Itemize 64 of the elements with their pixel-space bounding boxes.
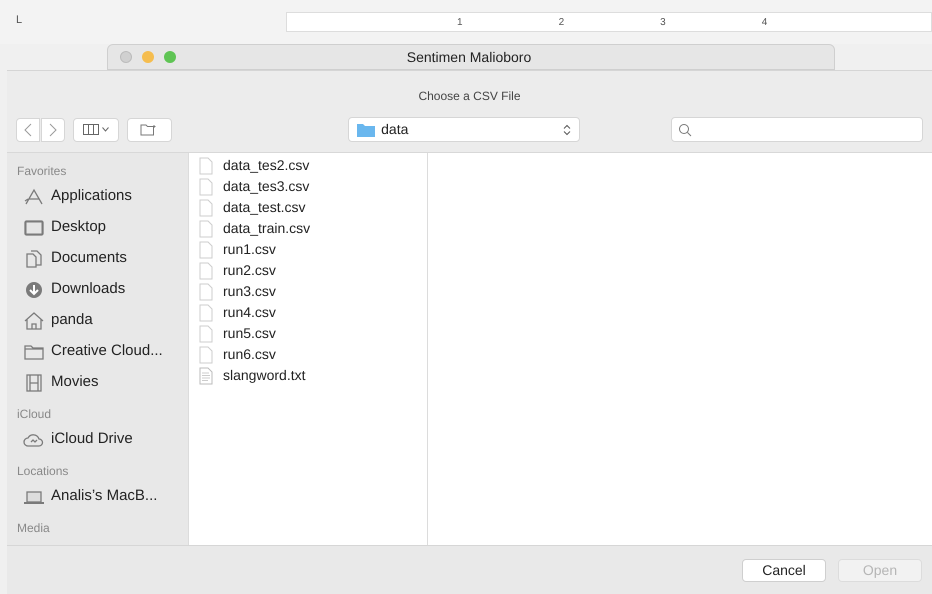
file-item[interactable]: data_tes2.csv	[199, 155, 310, 176]
columns-icon	[82, 124, 99, 135]
file-item[interactable]: run3.csv	[199, 281, 276, 302]
dialog-prompt: Choose a CSV File	[418, 88, 521, 105]
search-field[interactable]	[670, 117, 924, 142]
section-heading: Media	[17, 520, 51, 537]
ruler-number: 4	[762, 16, 768, 30]
dialog-button[interactable]: Cancel	[742, 558, 826, 582]
back-button[interactable]	[16, 118, 40, 142]
file-icon	[199, 178, 213, 196]
file-item[interactable]: data_test.csv	[199, 197, 306, 218]
file-item[interactable]: run6.csv	[199, 344, 276, 365]
file-item[interactable]: slangword.txt	[199, 365, 306, 386]
view-mode-button[interactable]	[73, 118, 118, 142]
ruler-number: 2	[558, 16, 564, 30]
file-icon	[199, 282, 213, 300]
location-popup[interactable]: data	[348, 117, 580, 142]
file-item[interactable]: data_train.csv	[199, 218, 310, 239]
desktop-icon	[23, 218, 45, 238]
folder-icon	[357, 122, 376, 136]
file-icon	[199, 156, 213, 174]
sidebar-item[interactable]: Analis’s MacB...	[17, 481, 188, 512]
text-file-icon	[199, 366, 213, 384]
new-folder-icon	[140, 123, 158, 136]
tab-marker: L	[16, 13, 24, 28]
section-heading: Favorites	[17, 163, 68, 180]
file-icon	[199, 324, 213, 342]
sidebar-item[interactable]: Movies	[17, 367, 188, 398]
file-icon	[199, 240, 213, 258]
forward-button[interactable]	[41, 118, 65, 142]
app-store-icon	[23, 186, 45, 206]
sidebar-item[interactable]: Applications	[17, 181, 188, 212]
file-icon	[199, 304, 213, 322]
new-folder-button[interactable]	[126, 118, 172, 142]
chevron-right-icon	[49, 122, 57, 136]
chevron-left-icon	[24, 122, 32, 136]
file-icon	[199, 346, 213, 364]
minimize-button[interactable]	[142, 51, 154, 63]
window-title: Sentimen Malioboro	[406, 48, 532, 66]
sidebar-item[interactable]: Documents	[17, 243, 188, 274]
sidebar-item[interactable]: Downloads	[17, 274, 188, 305]
file-item[interactable]: run5.csv	[199, 323, 276, 344]
search-icon	[678, 122, 692, 136]
file-icon	[199, 262, 213, 280]
updown-chevron-icon	[562, 124, 571, 136]
section-heading: Locations	[17, 463, 70, 480]
file-icon	[199, 220, 213, 238]
sidebar-item[interactable]: Desktop	[17, 212, 188, 243]
house-icon	[23, 310, 45, 330]
ruler-number: 3	[660, 16, 666, 30]
file-item[interactable]: run1.csv	[199, 239, 276, 260]
ruler-number: 1	[457, 16, 463, 30]
file-icon	[199, 198, 213, 216]
chevron-down-icon	[102, 127, 109, 132]
sidebar-item[interactable]: panda	[17, 305, 188, 336]
file-item[interactable]: data_tes3.csv	[199, 176, 310, 197]
section-heading: iCloud	[17, 406, 52, 423]
file-item[interactable]: run2.csv	[199, 260, 276, 281]
sidebar-item[interactable]: Creative Cloud...	[17, 336, 188, 367]
close-button[interactable]	[120, 51, 132, 63]
sidebar-item[interactable]: iCloud Drive	[17, 424, 188, 455]
download-icon	[23, 280, 45, 300]
file-item[interactable]: run4.csv	[199, 302, 276, 323]
zoom-button[interactable]	[164, 51, 176, 63]
